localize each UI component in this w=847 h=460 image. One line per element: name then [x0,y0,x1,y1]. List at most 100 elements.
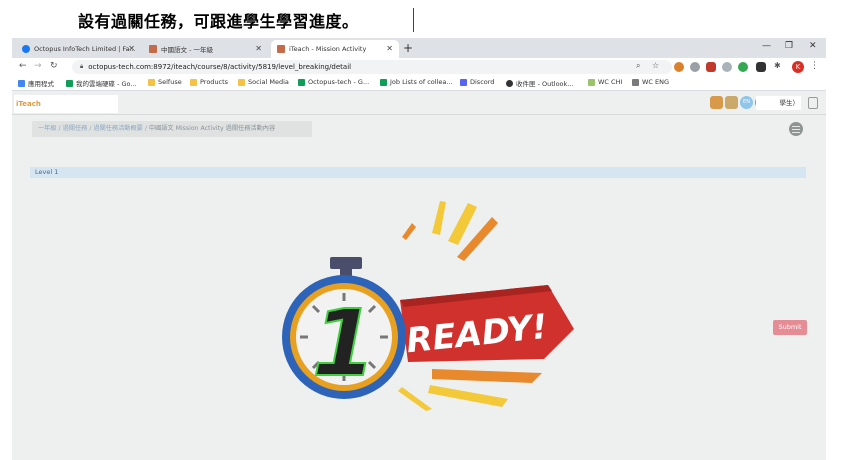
tab-title: 中國語文 - 一年級 [161,46,213,54]
bookmark-label: 應用程式 [28,80,54,88]
facebook-icon [22,45,30,53]
bookmark-label: WC ENG [642,78,670,86]
window-close-icon[interactable]: ✕ [809,41,817,51]
close-icon[interactable]: ✕ [128,44,135,53]
extension-icon[interactable] [690,62,700,72]
submit-button[interactable]: Submit [773,320,807,335]
drive-icon [298,78,305,86]
apps-grid-icon [18,79,25,87]
close-icon[interactable]: ✕ [386,44,393,53]
bookmark-discord[interactable]: Discord [460,78,494,86]
countdown-number: 1 [312,290,376,397]
burst-ray [448,203,477,245]
tab-chinese-course[interactable]: 中國語文 - 一年級 ✕ [143,40,268,58]
profile-avatar[interactable]: K [792,61,804,73]
new-tab-button[interactable]: + [403,41,413,55]
bookmark-wc-chi[interactable]: WC CHI [588,78,622,86]
bookmark-job-lists[interactable]: Job Lists of collea... [380,78,453,86]
bookmark-outlook[interactable]: 收件匣 - Outlook... [506,78,573,88]
bookmark-social-media[interactable]: Social Media [238,78,289,86]
iteach-icon [277,45,285,53]
page-content: iTeach EN 中 學生） 一年級 / 過關任務 / 過關任務活動概要 / … [12,91,826,460]
extension-icon[interactable] [674,62,684,72]
burst-ray [428,385,508,407]
tab-facebook[interactable]: Octopus InfoTech Limited | Fa... ✕ [16,40,141,58]
browser-toolbar: ← → ↻ 🔒︎ octopus-tech.com:8972/iteach/co… [12,58,826,76]
caption-text: 設有過關任務，可跟進學生學習進度。 [78,12,359,31]
bookmark-label: Selfuse [158,78,182,86]
language-en-button[interactable]: EN [740,96,753,109]
drive-icon [380,78,387,86]
tab-title: Octopus InfoTech Limited | Fa... [34,45,136,53]
extension-icon[interactable] [706,62,716,72]
bookmark-label: Octopus-tech - G... [308,78,370,86]
tab-mission-activity[interactable]: iTeach - Mission Activity ✕ [271,40,399,58]
folder-icon [238,78,245,86]
breadcrumb: 一年級 / 過關任務 / 過關任務活動概要 / 中國語文 Mission Act… [32,121,312,137]
bookmark-label: Job Lists of collea... [390,78,453,86]
extension-icon[interactable] [722,62,732,72]
bookmark-selfuse[interactable]: Selfuse [148,78,182,86]
bookmark-drive[interactable]: 我的雲端硬碟 - Go... [66,78,137,88]
burst-ray [402,223,416,240]
forward-icon[interactable]: → [34,61,42,71]
tab-strip: Octopus InfoTech Limited | Fa... ✕ 中國語文 … [12,38,826,58]
browser-window: Octopus InfoTech Limited | Fa... ✕ 中國語文 … [12,38,826,460]
wc-icon [588,78,595,86]
stopwatch-crown [330,257,362,269]
iteach-icon [149,45,157,53]
more-menu-icon[interactable]: ⋮ [810,61,819,71]
minimize-icon[interactable]: — [762,41,771,51]
url-text: octopus-tech.com:8972/iteach/course/8/ac… [88,63,352,71]
bookmark-label: WC CHI [598,78,623,86]
breadcrumb-current: 中國語文 Mission Activity 過關任務活動內容 [148,125,276,132]
app-header: iTeach EN 中 學生） [12,91,826,115]
search-icon[interactable]: ⌕ [636,61,640,71]
bookmark-products[interactable]: Products [190,78,228,86]
bookmarks-bar: 應用程式 我的雲端硬碟 - Go... Selfuse Products Soc… [12,76,826,91]
breadcrumb-link[interactable]: 過關任務 [63,125,88,132]
reload-icon[interactable]: ↻ [50,61,58,71]
breadcrumb-separator: / [89,125,92,132]
back-icon[interactable]: ← [19,61,27,71]
level-header: Level 1 [30,167,806,178]
burst-ray [398,387,432,411]
star-icon[interactable]: ☆ [652,61,659,70]
bookmark-octopus[interactable]: Octopus-tech - G... [298,78,369,86]
bookmark-label: Products [200,78,229,86]
app-logo[interactable]: iTeach [14,95,118,113]
burst-ray [432,201,446,235]
bookmark-apps[interactable]: 應用程式 [18,78,54,88]
lock-icon: 🔒︎ [80,63,84,70]
calendar-icon[interactable] [710,96,723,109]
bookmark-wc-eng[interactable]: WC ENG [632,78,669,86]
extension-icon[interactable] [756,62,766,72]
breadcrumb-link[interactable]: 過關任務活動概要 [93,125,143,132]
close-icon[interactable]: ✕ [255,44,262,53]
hamburger-menu-icon[interactable] [789,122,803,136]
wc-icon [632,78,639,86]
user-name[interactable]: 學生） [756,96,801,110]
breadcrumb-separator: / [58,125,61,132]
breadcrumb-link[interactable]: 一年級 [38,125,57,132]
drive-icon [66,79,73,87]
folder-icon [190,78,197,86]
caption-area: 設有過關任務，可跟進學生學習進度。 [0,0,847,38]
bookmark-label: 收件匣 - Outlook... [516,80,574,88]
bookmark-label: Discord [470,78,495,86]
ready-countdown-illustration: 1 READY! [282,201,574,411]
extension-icon[interactable] [738,62,748,72]
breadcrumb-separator: / [144,125,147,132]
burst-ray [432,369,542,383]
level-label: Level 1 [35,168,59,176]
address-bar[interactable]: 🔒︎ octopus-tech.com:8972/iteach/course/8… [72,60,672,74]
restore-icon[interactable]: ❐ [785,41,793,51]
puzzle-icon[interactable]: ✱ [774,61,781,70]
message-icon[interactable] [725,96,738,109]
discord-icon [460,78,467,86]
logout-icon[interactable] [808,97,818,109]
globe-icon [506,79,513,87]
logo-text: iTeach [16,100,41,108]
bookmark-label: 我的雲端硬碟 - Go... [76,80,137,88]
bookmark-label: Social Media [248,78,289,86]
